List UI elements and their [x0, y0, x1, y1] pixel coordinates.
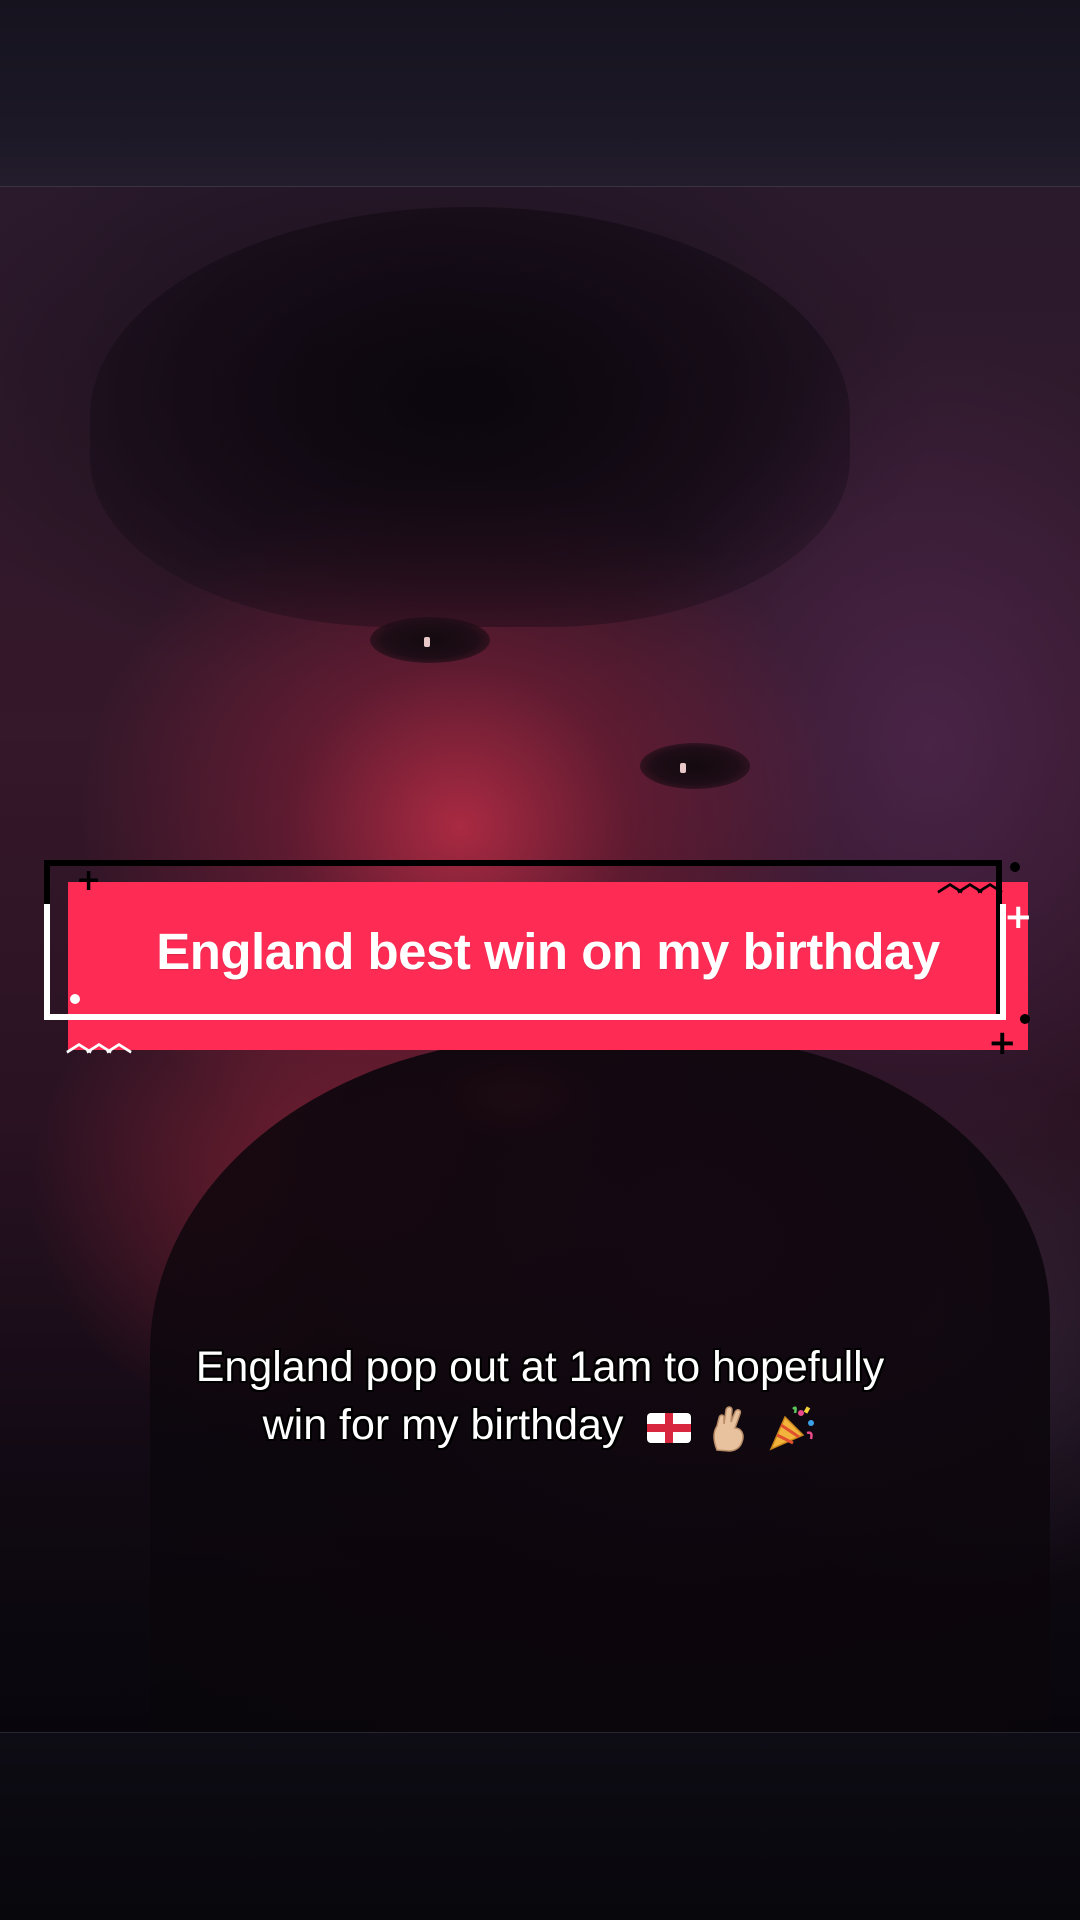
video-screen: England best win on my birthday + ︿︿︿ + … — [0, 0, 1080, 1920]
top-letterbox — [0, 0, 1080, 186]
crossed-fingers-icon — [709, 1404, 749, 1452]
caption-emojis — [647, 1403, 817, 1453]
england-flag-icon — [647, 1412, 692, 1443]
right-eye-glint — [680, 763, 686, 773]
left-eye-glint — [424, 637, 430, 647]
dot-icon — [70, 994, 80, 1004]
hair-shadow — [90, 207, 850, 627]
plus-icon: + — [76, 863, 102, 898]
plus-icon: + — [1004, 897, 1033, 937]
banner-title: England best win on my birthday — [156, 922, 940, 980]
dot-icon — [1020, 1014, 1030, 1024]
caption-line-1: England pop out at 1am to hopefully — [195, 1343, 885, 1391]
right-eye — [640, 743, 750, 789]
caption-line-2: win for my birthday — [262, 1401, 624, 1449]
video-caption: England pop out at 1am to hopefully win … — [90, 1338, 990, 1454]
party-popper-icon — [767, 1403, 817, 1453]
plus-icon: + — [988, 1023, 1017, 1063]
title-banner: England best win on my birthday + ︿︿︿ + … — [44, 860, 1034, 1060]
caption-line-2-wrap: win for my birthday — [90, 1396, 990, 1454]
zigzag-icon: ︿︿︿ — [937, 868, 1003, 898]
bottom-letterbox — [0, 1733, 1080, 1920]
dot-icon — [1010, 862, 1020, 872]
zigzag-icon: ︿︿︿ — [66, 1028, 132, 1058]
left-eye — [370, 617, 490, 663]
